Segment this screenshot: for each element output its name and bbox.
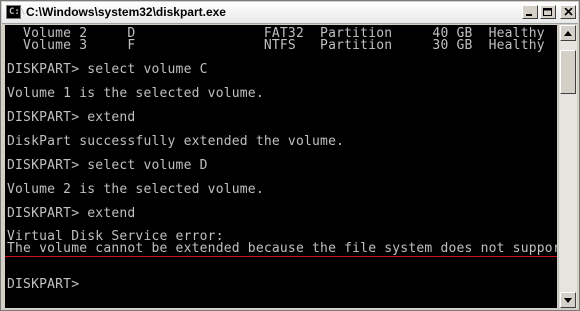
console-line: Volume 1 is the selected volume. xyxy=(7,86,264,101)
arrow-down-icon xyxy=(564,297,572,303)
maximize-icon xyxy=(543,7,552,16)
scroll-down-button[interactable] xyxy=(560,292,576,308)
console-prompt: DISKPART> xyxy=(7,277,80,292)
window-title: C:\Windows\system32\diskpart.exe xyxy=(26,5,226,19)
console-icon[interactable]: C:\ xyxy=(6,5,25,19)
console-line: Volume 3 F NTFS Partition 30 GB Healthy xyxy=(7,38,545,53)
error-underline xyxy=(5,256,557,257)
console-window: C:\ C:\Windows\system32\diskpart.exe Vol… xyxy=(0,0,580,311)
console-line: DISKPART> select volume C xyxy=(7,62,208,77)
console-line: DISKPART> extend xyxy=(7,206,136,221)
console-line: Volume 2 is the selected volume. xyxy=(7,182,264,197)
console-line: DISKPART> extend xyxy=(7,110,136,125)
title-bar[interactable]: C:\ C:\Windows\system32\diskpart.exe xyxy=(2,2,578,24)
arrow-up-icon xyxy=(564,30,572,36)
maximize-button[interactable] xyxy=(540,5,556,19)
close-icon xyxy=(563,8,573,16)
console-output[interactable]: Volume 2 D FAT32 Partition 40 GB Healthy… xyxy=(5,25,557,308)
console-line: The volume cannot be extended because th… xyxy=(7,241,557,256)
scroll-up-button[interactable] xyxy=(560,25,576,41)
close-button[interactable] xyxy=(560,5,576,19)
minimize-button[interactable] xyxy=(522,5,538,19)
scroll-thumb[interactable] xyxy=(560,50,576,94)
console-line: DiskPart successfully extended the volum… xyxy=(7,134,345,149)
minimize-icon xyxy=(526,14,532,16)
console-line: DISKPART> select volume D xyxy=(7,158,208,173)
vertical-scrollbar[interactable] xyxy=(558,25,577,308)
